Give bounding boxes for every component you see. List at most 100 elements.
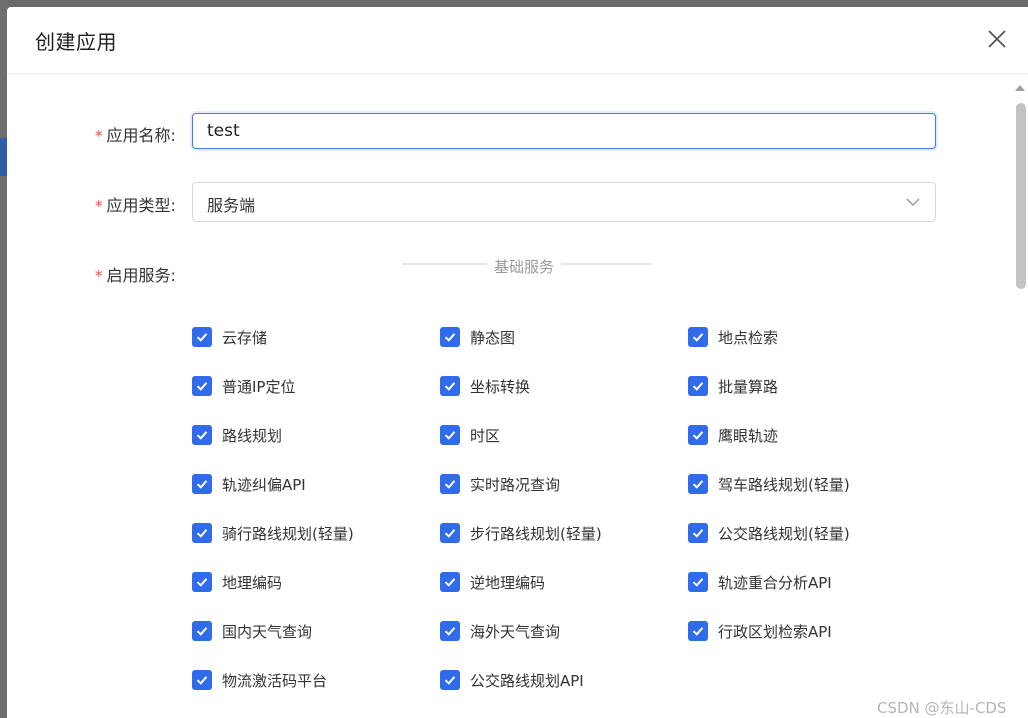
app-type-value: 服务端	[207, 196, 256, 215]
checkbox[interactable]	[192, 523, 212, 543]
service-label: 国内天气查询	[222, 622, 313, 641]
checkbox[interactable]	[688, 523, 708, 543]
check-icon	[692, 431, 704, 440]
check-icon	[692, 333, 704, 342]
required-mark: *	[95, 127, 103, 145]
check-icon	[444, 431, 456, 440]
checkbox[interactable]	[688, 327, 708, 347]
service-label: 驾车路线规划(轻量)	[718, 475, 850, 494]
checkbox[interactable]	[192, 474, 212, 494]
service-label: 鹰眼轨迹	[718, 426, 779, 445]
checkbox[interactable]	[192, 670, 212, 690]
service-label: 路线规划	[222, 426, 283, 445]
service-checkbox[interactable]: 实时路况查询	[440, 470, 688, 498]
checkbox[interactable]	[440, 670, 460, 690]
app-name-label: * 应用名称:	[95, 126, 176, 145]
service-label: 行政区划检索API	[718, 622, 832, 641]
check-icon	[444, 480, 456, 489]
service-checkbox[interactable]: 坐标转换	[440, 372, 688, 400]
service-checkbox[interactable]: 行政区划检索API	[688, 617, 936, 645]
service-label: 轨迹重合分析API	[718, 573, 832, 592]
required-mark: *	[95, 267, 103, 285]
check-icon	[196, 529, 208, 538]
service-label: 普通IP定位	[222, 377, 296, 396]
service-checkbox[interactable]: 公交路线规划API	[440, 666, 688, 694]
service-label: 骑行路线规划(轻量)	[222, 524, 354, 543]
checkbox[interactable]	[440, 327, 460, 347]
service-label: 公交路线规划API	[470, 671, 584, 690]
group-title: 基础服务	[487, 256, 562, 277]
checkbox[interactable]	[440, 376, 460, 396]
service-checkbox[interactable]: 国内天气查询	[192, 617, 440, 645]
service-checkbox[interactable]: 公交路线规划(轻量)	[688, 519, 936, 547]
checkbox[interactable]	[688, 474, 708, 494]
dialog-title: 创建应用	[35, 30, 117, 54]
app-type-select[interactable]: 服务端	[192, 182, 936, 222]
service-checkbox[interactable]: 批量算路	[688, 372, 936, 400]
check-icon	[444, 676, 456, 685]
create-app-dialog: 创建应用 *应用名称: *应用类型: 服务端 *启用服务: 基础服务 云存储 静态…	[7, 7, 1028, 718]
service-label: 坐标转换	[470, 377, 531, 396]
checkbox[interactable]	[688, 425, 708, 445]
backdrop-tab	[0, 138, 7, 176]
check-icon	[196, 431, 208, 440]
service-checkbox[interactable]: 骑行路线规划(轻量)	[192, 519, 440, 547]
check-icon	[692, 382, 704, 391]
service-checkbox[interactable]: 驾车路线规划(轻量)	[688, 470, 936, 498]
checkbox[interactable]	[192, 376, 212, 396]
service-label: 云存储	[222, 328, 268, 347]
service-checkbox[interactable]: 轨迹纠偏API	[192, 470, 440, 498]
service-checkbox[interactable]: 路线规划	[192, 421, 440, 449]
watermark: CSDN @东山-CDS	[877, 699, 1007, 717]
service-label: 公交路线规划(轻量)	[718, 524, 850, 543]
service-checkbox[interactable]: 静态图	[440, 323, 688, 351]
close-button[interactable]	[983, 25, 1011, 53]
checkbox[interactable]	[440, 474, 460, 494]
scroll-up-icon[interactable]	[1015, 85, 1025, 91]
service-checkbox[interactable]: 云存储	[192, 323, 440, 351]
checkbox[interactable]	[688, 376, 708, 396]
service-checkbox[interactable]: 海外天气查询	[440, 617, 688, 645]
check-icon	[444, 627, 456, 636]
checkbox[interactable]	[192, 425, 212, 445]
checkbox[interactable]	[192, 621, 212, 641]
service-checkbox[interactable]: 地理编码	[192, 568, 440, 596]
check-icon	[444, 333, 456, 342]
service-checkbox[interactable]: 物流激活码平台	[192, 666, 440, 694]
checkbox[interactable]	[440, 621, 460, 641]
checkbox[interactable]	[192, 572, 212, 592]
service-checkbox[interactable]: 普通IP定位	[192, 372, 440, 400]
service-checkbox[interactable]: 鹰眼轨迹	[688, 421, 936, 449]
app-name-input[interactable]	[192, 113, 936, 149]
service-label: 时区	[470, 426, 501, 445]
service-label: 轨迹纠偏API	[222, 475, 306, 494]
service-label: 步行路线规划(轻量)	[470, 524, 602, 543]
service-checkbox[interactable]: 地点检索	[688, 323, 936, 351]
check-icon	[196, 382, 208, 391]
scrollbar[interactable]	[1012, 81, 1028, 718]
check-icon	[444, 382, 456, 391]
checkbox[interactable]	[688, 572, 708, 592]
check-icon	[692, 480, 704, 489]
service-label: 逆地理编码	[470, 573, 546, 592]
required-mark: *	[95, 197, 103, 215]
backdrop	[0, 0, 1028, 7]
checkbox[interactable]	[440, 523, 460, 543]
checkbox[interactable]	[688, 621, 708, 641]
checkbox[interactable]	[192, 327, 212, 347]
scrollbar-thumb[interactable]	[1016, 103, 1026, 289]
service-checkbox[interactable]: 步行路线规划(轻量)	[440, 519, 688, 547]
check-icon	[196, 627, 208, 636]
service-checkbox[interactable]: 逆地理编码	[440, 568, 688, 596]
check-icon	[692, 627, 704, 636]
service-label: 海外天气查询	[470, 622, 561, 641]
checkbox[interactable]	[440, 572, 460, 592]
service-label: 批量算路	[718, 377, 779, 396]
check-icon	[196, 676, 208, 685]
service-checkbox[interactable]: 时区	[440, 421, 688, 449]
service-checkbox[interactable]: 轨迹重合分析API	[688, 568, 936, 596]
services-label: * 启用服务:	[95, 266, 176, 285]
service-label: 静态图	[470, 328, 516, 347]
check-icon	[692, 529, 704, 538]
checkbox[interactable]	[440, 425, 460, 445]
